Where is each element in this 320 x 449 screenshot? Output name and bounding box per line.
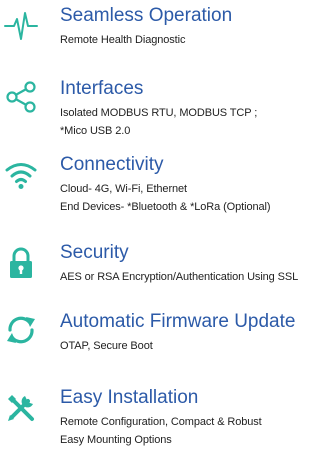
- lock-icon: [4, 246, 38, 280]
- feature-title: Security: [60, 242, 129, 263]
- feature-title: Automatic Firmware Update: [60, 311, 296, 332]
- feature-title: Easy Installation: [60, 387, 199, 408]
- feature-description-line: End Devices- *Bluetooth & *LoRa (Optiona…: [60, 201, 271, 213]
- refresh-icon: [4, 313, 38, 347]
- feature-description: Remote Health Diagnostic: [60, 31, 185, 49]
- share-icon: [4, 80, 38, 114]
- feature-description-line: Remote Health Diagnostic: [60, 34, 186, 46]
- feature-description-line: Isolated MODBUS RTU, MODBUS TCP ;: [60, 107, 258, 119]
- feature-title: Seamless Operation: [60, 5, 233, 26]
- feature-description-line: AES or RSA Encryption/Authentication Usi…: [60, 271, 299, 283]
- wifi-icon: [4, 158, 38, 192]
- feature-title: Connectivity: [60, 154, 164, 175]
- tools-icon: [4, 391, 38, 425]
- feature-description: Remote Configuration, Compact & Robust E…: [60, 413, 262, 449]
- feature-description-line: Cloud- 4G, Wi-Fi, Ethernet: [60, 183, 187, 195]
- feature-description: AES or RSA Encryption/Authentication Usi…: [60, 268, 298, 286]
- feature-description: Isolated MODBUS RTU, MODBUS TCP ; *Mico …: [60, 104, 257, 140]
- heartbeat-icon: [4, 9, 38, 43]
- feature-description: Cloud- 4G, Wi-Fi, Ethernet End Devices- …: [60, 180, 271, 216]
- feature-description-line: *Mico USB 2.0: [60, 125, 131, 137]
- feature-title: Interfaces: [60, 78, 144, 99]
- feature-description: OTAP, Secure Boot: [60, 337, 153, 355]
- feature-description-line: Easy Mounting Options: [60, 434, 172, 446]
- feature-description-line: OTAP, Secure Boot: [60, 340, 153, 352]
- feature-description-line: Remote Configuration, Compact & Robust: [60, 416, 262, 428]
